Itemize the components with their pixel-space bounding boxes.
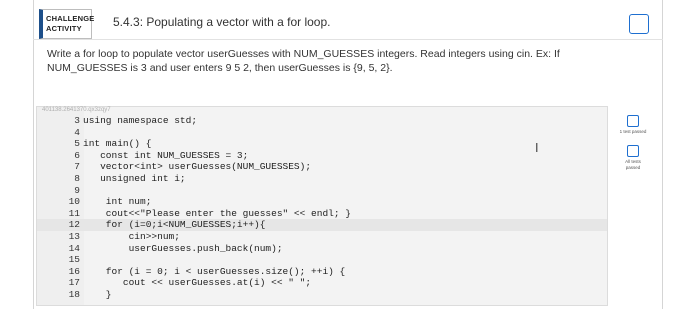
code-line[interactable]: 17 cout << userGuesses.at(i) << " "; bbox=[37, 277, 607, 289]
code-text[interactable]: for (i=0;i<NUM_GUESSES;i++){ bbox=[83, 219, 266, 231]
code-text[interactable]: cout<<"Please enter the guesses" << endl… bbox=[83, 208, 351, 220]
line-number: 7 bbox=[74, 161, 80, 173]
divider bbox=[33, 39, 663, 40]
line-number: 11 bbox=[68, 207, 80, 219]
code-text[interactable]: int num; bbox=[83, 196, 152, 208]
code-text[interactable]: vector<int> userGuesses(NUM_GUESSES); bbox=[83, 161, 311, 173]
badge-line2: ACTIVITY bbox=[46, 24, 82, 33]
line-number: 6 bbox=[74, 149, 80, 161]
code-text[interactable]: } bbox=[83, 289, 112, 301]
test1-label: 1 test passed bbox=[619, 129, 647, 134]
code-text[interactable]: using namespace std; bbox=[83, 115, 197, 127]
activity-header: CHALLENGE ACTIVITY 5.4.3: Populating a v… bbox=[33, 6, 663, 39]
code-text[interactable]: for (i = 0; i < userGuesses.size(); ++i)… bbox=[83, 266, 345, 278]
file-id: 401138.2641370.qx3zqy7 bbox=[42, 107, 111, 113]
code-line[interactable]: 10 int num; bbox=[37, 196, 607, 208]
code-line[interactable]: 16 for (i = 0; i < userGuesses.size(); +… bbox=[37, 266, 607, 278]
line-number: 17 bbox=[68, 277, 80, 289]
test2-check-icon bbox=[627, 145, 639, 157]
line-number: 4 bbox=[74, 126, 80, 138]
text-cursor-icon: I bbox=[535, 141, 539, 155]
test1-check-icon bbox=[627, 115, 639, 127]
line-number: 14 bbox=[68, 242, 80, 254]
line-number: 10 bbox=[68, 196, 80, 208]
code-line[interactable]: 3 using namespace std; bbox=[37, 115, 607, 127]
code-text[interactable]: cout << userGuesses.at(i) << " "; bbox=[83, 277, 311, 289]
code-line[interactable]: 6 const int NUM_GUESSES = 3; bbox=[37, 150, 607, 162]
code-text[interactable]: int main() { bbox=[83, 138, 151, 150]
badge-line1: CHALLENGE bbox=[46, 14, 95, 23]
test2-label: All tests passed bbox=[625, 159, 641, 170]
line-number: 12 bbox=[68, 219, 80, 231]
code-text[interactable]: cin>>num; bbox=[83, 231, 180, 243]
activity-prompt: Write a for loop to populate vector user… bbox=[47, 48, 560, 74]
code-line[interactable]: 12 for (i=0;i<NUM_GUESSES;i++){ bbox=[37, 219, 607, 231]
challenge-activity-badge: CHALLENGE ACTIVITY bbox=[39, 9, 95, 39]
code-text[interactable]: userGuesses.push_back(num); bbox=[83, 243, 283, 255]
line-number: 5 bbox=[74, 138, 80, 150]
line-number: 9 bbox=[74, 184, 80, 196]
code-line[interactable]: 4 bbox=[37, 127, 607, 139]
completion-check-icon bbox=[629, 14, 649, 34]
line-number: 3 bbox=[74, 115, 80, 126]
code-line[interactable]: 11 cout<<"Please enter the guesses" << e… bbox=[37, 208, 607, 220]
code-line[interactable]: 9 bbox=[37, 185, 607, 197]
code-line[interactable]: 5 int main() { bbox=[37, 138, 607, 150]
line-number: 8 bbox=[74, 172, 80, 184]
code-text[interactable]: unsigned int i; bbox=[83, 173, 186, 185]
line-number: 13 bbox=[68, 230, 80, 242]
code-area[interactable]: 3 using namespace std; 4 5 int main() {6 con… bbox=[37, 115, 607, 301]
code-text[interactable]: const int NUM_GUESSES = 3; bbox=[83, 150, 248, 162]
code-line[interactable]: 13 cin>>num; bbox=[37, 231, 607, 243]
line-number: 16 bbox=[68, 265, 80, 277]
code-line[interactable]: 14 userGuesses.push_back(num); bbox=[37, 243, 607, 255]
code-editor[interactable]: 401138.2641370.qx3zqy7 3 using namespace … bbox=[36, 106, 608, 306]
test-status-panel: 1 test passed All tests passed bbox=[618, 115, 648, 171]
code-line[interactable]: 8 unsigned int i; bbox=[37, 173, 607, 185]
line-number: 15 bbox=[68, 254, 80, 266]
line-number: 18 bbox=[68, 288, 80, 300]
code-line[interactable]: 7 vector<int> userGuesses(NUM_GUESSES); bbox=[37, 161, 607, 173]
code-line[interactable]: 18 } bbox=[37, 289, 607, 301]
code-line[interactable]: 15 bbox=[37, 254, 607, 266]
activity-title: 5.4.3: Populating a vector with a for lo… bbox=[113, 15, 331, 29]
